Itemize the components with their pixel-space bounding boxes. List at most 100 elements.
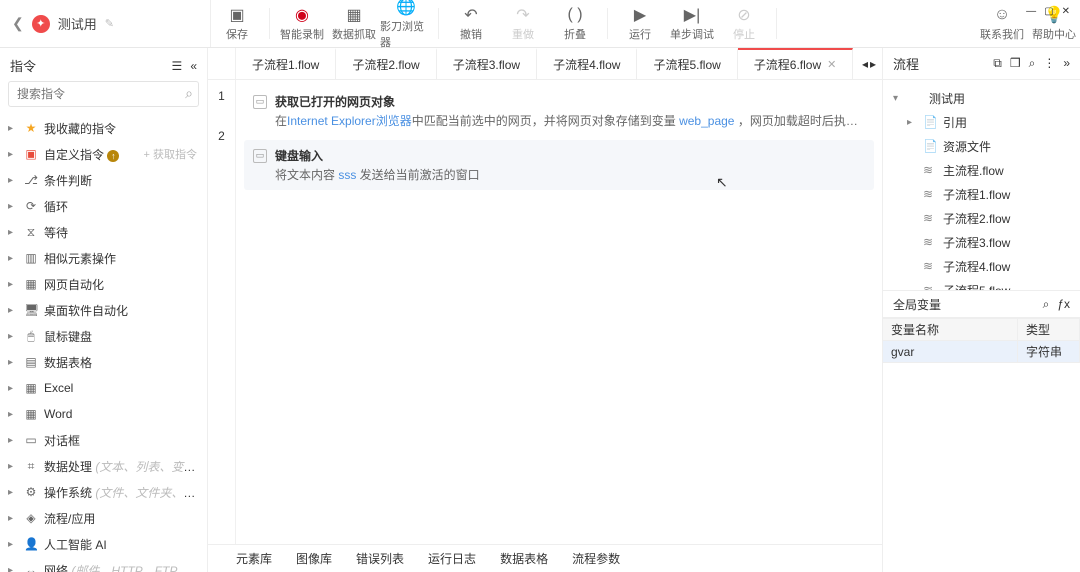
maximize-icon[interactable]: ▢	[1044, 6, 1053, 17]
flow-tab[interactable]: 子流程3.flow	[437, 48, 537, 79]
search-icon[interactable]: ⌕	[1043, 297, 1050, 312]
sidebar-item-label: 自定义指令 ↑	[44, 146, 138, 163]
tab-prev-icon[interactable]: ◂	[862, 57, 868, 71]
sidebar-item-label: 人工智能 AI	[44, 536, 197, 553]
process-tree-item[interactable]: ≋子流程1.flow	[887, 182, 1076, 206]
ai-icon: 👤	[24, 537, 38, 551]
word-icon: ▦	[24, 407, 38, 421]
bottom-tab[interactable]: 流程参数	[572, 550, 620, 567]
step-title: 键盘输入	[275, 147, 323, 164]
process-tree-item[interactable]: ≋子流程5.flow	[887, 278, 1076, 290]
collapse-right-icon[interactable]: »	[1063, 56, 1070, 71]
sidebar-item[interactable]: ▸🖱鼠标键盘	[0, 323, 207, 349]
more-icon[interactable]: ⋮	[1043, 56, 1055, 71]
similar-icon: ▥	[24, 251, 38, 265]
sidebar-item-label: 对话框	[44, 432, 197, 449]
sidebar-item-label: 操作系统 (文件、文件夹、剪贴板...)	[44, 484, 197, 501]
global-var-row[interactable]: gvar字符串	[883, 341, 1080, 363]
sidebar-item[interactable]: ▸⎇条件判断	[0, 167, 207, 193]
box-icon[interactable]: ❒	[1010, 56, 1021, 71]
redo-button[interactable]: ↷重做	[497, 0, 549, 47]
save-button[interactable]: ▣保存	[211, 0, 263, 47]
search-icon[interactable]: ⌕	[185, 85, 193, 102]
bottom-tab[interactable]: 运行日志	[428, 550, 476, 567]
process-tree-item[interactable]: ≋主流程.flow	[887, 158, 1076, 182]
step-icon: ▶|	[684, 6, 700, 24]
sidebar-item[interactable]: ▸🖥桌面软件自动化	[0, 297, 207, 323]
undo-button[interactable]: ↶撤销	[445, 0, 497, 47]
sidebar-item[interactable]: ▸▣自定义指令 ↑ + 获取指令	[0, 141, 207, 167]
tree-item-label: 子流程5.flow	[943, 282, 1010, 291]
sidebar-item[interactable]: ▸▭对话框	[0, 427, 207, 453]
close-icon[interactable]: ✕	[1062, 6, 1070, 17]
flow-tab[interactable]: 子流程1.flow	[236, 48, 336, 79]
sidebar-item-label: 我收藏的指令	[44, 120, 197, 137]
dialog-icon: ▭	[24, 433, 38, 447]
run-button[interactable]: ▶运行	[614, 0, 666, 47]
process-tree-item[interactable]: ≋子流程2.flow	[887, 206, 1076, 230]
smart-record-button[interactable]: ◉智能录制	[276, 0, 328, 47]
bottom-tab[interactable]: 错误列表	[356, 550, 404, 567]
tree-item-label: 子流程2.flow	[943, 210, 1010, 227]
sidebar-item[interactable]: ▸↔网络 (邮件、HTTP、FTP、群通知...)	[0, 557, 207, 572]
step-button[interactable]: ▶|单步调试	[666, 0, 718, 47]
sidebar-item-label: 鼠标键盘	[44, 328, 197, 345]
line-number: 1	[208, 86, 235, 126]
flow-tab[interactable]: 子流程2.flow	[336, 48, 436, 79]
var-type-cell: 字符串	[1018, 341, 1080, 363]
shadow-browser-button[interactable]: 🌐影刀浏览器	[380, 0, 432, 47]
bottom-tab[interactable]: 元素库	[236, 550, 272, 567]
back-button[interactable]: ❮	[12, 15, 24, 32]
process-tree-item[interactable]: ≋子流程4.flow	[887, 254, 1076, 278]
net-icon: ↔	[24, 563, 38, 572]
tab-label: 子流程4.flow	[553, 56, 620, 73]
sidebar-item[interactable]: ▸👤人工智能 AI	[0, 531, 207, 557]
edit-name-icon[interactable]: ✎	[105, 17, 114, 30]
browser-icon: 🌐	[396, 0, 416, 16]
fold-button[interactable]: ( )折叠	[549, 0, 601, 47]
sidebar-item[interactable]: ▸⌗数据处理 (文本、列表、变量...)	[0, 453, 207, 479]
sidebar-item-label: 桌面软件自动化	[44, 302, 197, 319]
get-command-link[interactable]: + 获取指令	[144, 146, 197, 162]
sidebar-item[interactable]: ▸▦Word	[0, 401, 207, 427]
sidebar-item[interactable]: ▸▦Excel	[0, 375, 207, 401]
flow-step[interactable]: ▭获取已打开的网页对象在Internet Explorer浏览器中匹配当前选中的…	[244, 86, 874, 136]
step-icon: ▭	[253, 95, 267, 109]
sidebar-item[interactable]: ▸▤数据表格	[0, 349, 207, 375]
bottom-tab[interactable]: 图像库	[296, 550, 332, 567]
process-tree-item[interactable]: ▾测试用	[887, 86, 1076, 110]
sidebar-item[interactable]: ▸⟳循环	[0, 193, 207, 219]
bottom-tab[interactable]: 数据表格	[500, 550, 548, 567]
flow-step[interactable]: ▭键盘输入将文本内容 sss 发送给当前激活的窗口	[244, 140, 874, 190]
col-var-type: 类型	[1018, 319, 1080, 341]
process-tree-item[interactable]: ≋子流程3.flow	[887, 230, 1076, 254]
sidebar-item[interactable]: ▸⚙操作系统 (文件、文件夹、剪贴板...)	[0, 479, 207, 505]
fx-icon[interactable]: ƒx	[1057, 297, 1070, 312]
minimize-icon[interactable]: —	[1026, 6, 1036, 17]
search-icon[interactable]: ⌕	[1029, 56, 1036, 71]
tab-next-icon[interactable]: ▸	[870, 57, 876, 71]
flow-tab[interactable]: 子流程6.flow✕	[738, 48, 854, 79]
collapse-sidebar-icon[interactable]: «	[190, 59, 197, 73]
sidebar-item[interactable]: ▸◈流程/应用	[0, 505, 207, 531]
contact-button[interactable]: ☺联系我们	[976, 0, 1028, 47]
flow-tab[interactable]: 子流程5.flow	[637, 48, 737, 79]
sidebar-item[interactable]: ▸⧖等待	[0, 219, 207, 245]
tab-close-icon[interactable]: ✕	[827, 58, 836, 71]
sidebar-item[interactable]: ▸▥相似元素操作	[0, 245, 207, 271]
file-icon: 📄	[923, 115, 937, 129]
record-icon: ◉	[295, 6, 309, 24]
data-grab-button[interactable]: ▦数据抓取	[328, 0, 380, 47]
cube-icon[interactable]: ⧉	[993, 56, 1002, 71]
sidebar-item-label: 等待	[44, 224, 197, 241]
process-tree-item[interactable]: ▸📄引用	[887, 110, 1076, 134]
flow-tab[interactable]: 子流程4.flow	[537, 48, 637, 79]
sidebar-item[interactable]: ▸★我收藏的指令	[0, 115, 207, 141]
sidebar-title: 指令	[10, 56, 36, 75]
list-toggle-icon[interactable]: ☰	[172, 59, 183, 73]
globals-title: 全局变量	[893, 296, 941, 313]
stop-button[interactable]: ⊘停止	[718, 0, 770, 47]
sidebar-item[interactable]: ▸▦网页自动化	[0, 271, 207, 297]
process-tree-item[interactable]: 📄资源文件	[887, 134, 1076, 158]
search-input[interactable]	[8, 81, 199, 107]
